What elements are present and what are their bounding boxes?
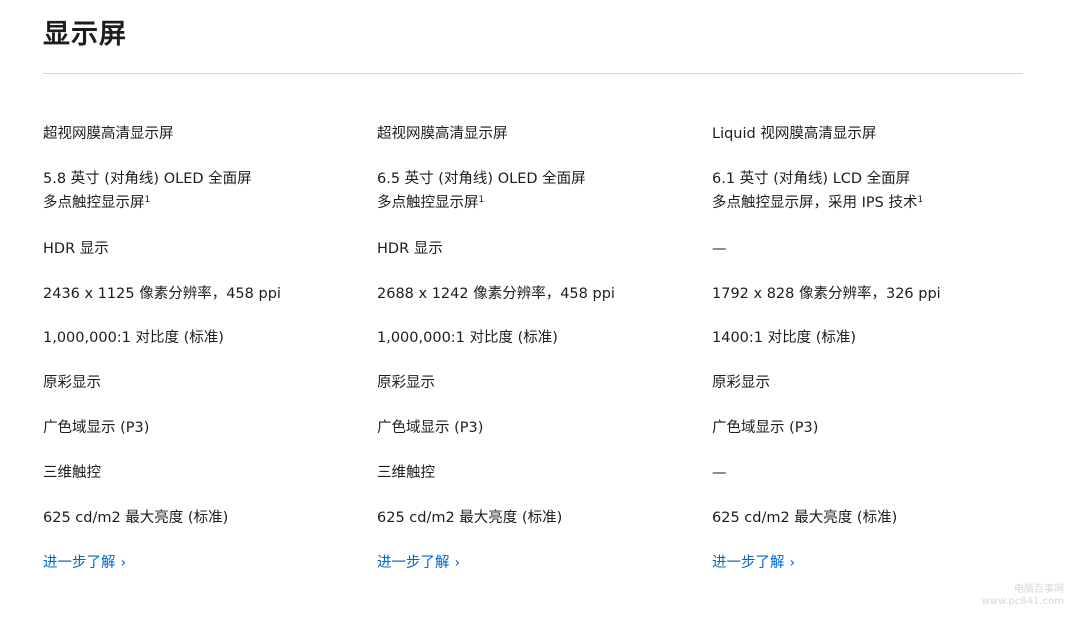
page-title: 显示屏 [43,19,127,50]
3d-touch: — [712,465,727,481]
display-size-line2: 多点触控显示屏1 [377,195,485,211]
hdr-display: — [712,241,727,257]
display-size: 6.1 英寸 (对角线) LCD 全面屏 多点触控显示屏，采用 IPS 技术1 [712,167,923,215]
wide-color-p3: 广色域显示 (P3) [377,420,484,436]
wide-color-p3: 广色域显示 (P3) [43,420,150,436]
contrast-ratio: 1,000,000:1 对比度 (标准) [377,330,558,346]
learn-more-link[interactable]: 进一步了解 › [43,551,126,575]
learn-more-link-text[interactable]: 进一步了解 [43,555,116,571]
true-tone: 原彩显示 [712,375,770,391]
learn-more-link[interactable]: 进一步了解 › [712,551,795,575]
display-size-line1: 6.1 英寸 (对角线) LCD 全面屏 [712,171,911,187]
display-size-line1: 6.5 英寸 (对角线) OLED 全面屏 [377,171,586,187]
resolution: 2436 x 1125 像素分辨率，458 ppi [43,286,281,302]
display-size-line1: 5.8 英寸 (对角线) OLED 全面屏 [43,171,252,187]
display-size-line2: 多点触控显示屏1 [43,195,151,211]
chevron-right-icon[interactable]: › [121,551,127,575]
learn-more-link-text[interactable]: 进一步了解 [712,555,785,571]
contrast-ratio: 1400:1 对比度 (标准) [712,330,857,346]
true-tone: 原彩显示 [43,375,101,391]
footnote-marker: 1 [144,195,151,205]
chevron-right-icon[interactable]: › [790,551,796,575]
3d-touch: 三维触控 [43,465,101,481]
watermark: 电脑百事网 www.pc841.com [982,584,1064,608]
learn-more-link[interactable]: 进一步了解 › [377,551,460,575]
contrast-ratio: 1,000,000:1 对比度 (标准) [43,330,224,346]
display-size: 5.8 英寸 (对角线) OLED 全面屏 多点触控显示屏1 [43,167,252,215]
watermark-line1: 电脑百事网 [1014,584,1064,595]
hdr-display: HDR 显示 [43,241,109,257]
resolution: 1792 x 828 像素分辨率，326 ppi [712,286,941,302]
footnote-marker: 1 [478,195,485,205]
display-type: 超视网膜高清显示屏 [377,126,508,142]
display-size: 6.5 英寸 (对角线) OLED 全面屏 多点触控显示屏1 [377,167,586,215]
display-type: Liquid 视网膜高清显示屏 [712,126,877,142]
footnote-marker: 1 [917,195,924,205]
learn-more-link-text[interactable]: 进一步了解 [377,555,450,571]
wide-color-p3: 广色域显示 (P3) [712,420,819,436]
watermark-line2: www.pc841.com [981,596,1064,607]
chevron-right-icon[interactable]: › [455,551,461,575]
max-brightness: 625 cd/m2 最大亮度 (标准) [712,510,898,526]
3d-touch: 三维触控 [377,465,435,481]
display-type: 超视网膜高清显示屏 [43,126,174,142]
hdr-display: HDR 显示 [377,241,443,257]
display-size-line2: 多点触控显示屏，采用 IPS 技术1 [712,195,924,211]
resolution: 2688 x 1242 像素分辨率，458 ppi [377,286,615,302]
section-divider [43,73,1023,74]
true-tone: 原彩显示 [377,375,435,391]
max-brightness: 625 cd/m2 最大亮度 (标准) [43,510,229,526]
max-brightness: 625 cd/m2 最大亮度 (标准) [377,510,563,526]
